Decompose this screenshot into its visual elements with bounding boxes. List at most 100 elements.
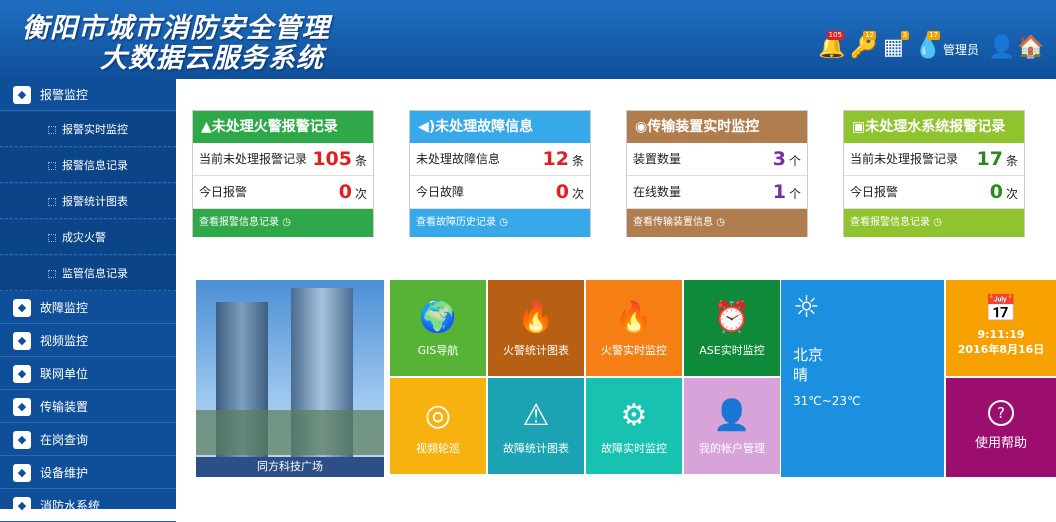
calendar-icon: 📅 — [984, 294, 1018, 324]
sidebar: ◆ 报警监控 报警实时监控报警信息记录 报警统计图表 成灾火警监管信息记录 ◆ 故障监控 ◆ 视… — [0, 79, 176, 522]
summary-card: ▲未处理火警报警记录 当前未处理报警记录 105 条今日报警 0 次查看报警信息记录 ◷ — [192, 110, 374, 237]
tile-0[interactable]: 🌍 GIS导航 — [390, 280, 486, 376]
sidebar-item-0[interactable]: ◆ 报警监控 — [0, 79, 176, 111]
tile-icon: 🔥 — [615, 300, 653, 335]
building-photo: 同方科技广场 — [196, 280, 384, 477]
sidebar-item-label: 设备维护 — [40, 466, 89, 480]
clock-time: 9:11:19 — [977, 328, 1025, 341]
row-value: 17 条 — [977, 143, 1018, 178]
building-icon[interactable]: ▦ 3 — [883, 31, 909, 61]
sidebar-item-6[interactable]: ◆ 故障监控 — [0, 292, 176, 324]
row-value: 1个 — [773, 176, 801, 211]
drop-badge: 17 — [927, 31, 940, 40]
camera-icon: ◆ — [13, 332, 31, 350]
card-title: ▲未处理火警报警记录 — [193, 111, 373, 143]
sidebar-item-label: 传输装置 — [40, 400, 89, 414]
card-title: ▣未处理水系统报警记录 — [844, 111, 1024, 143]
sidebar-item-label: 联网单位 — [40, 367, 89, 381]
sidebar-item-8[interactable]: ◆ 联网单位 — [0, 358, 176, 390]
help-tile[interactable]: ? 使用帮助 — [946, 378, 1056, 477]
card-footer-link[interactable]: 查看故障历史记录 ◷ — [410, 209, 590, 237]
clock-date: 2016年8月16日 — [957, 343, 1045, 356]
row-unit: 次 — [354, 187, 367, 201]
key-icon[interactable]: 🔑 12 — [850, 31, 877, 61]
user-label[interactable]: 管理员 — [943, 41, 979, 58]
app-title-line2: 大数据云服务系统 — [100, 43, 324, 74]
tile-7[interactable]: 👤 我的帐户管理 — [684, 378, 780, 474]
row-label: 当前未处理报警记录 — [850, 152, 959, 166]
tile-icon: 🔥 — [517, 300, 555, 335]
header-bar: 衡阳市城市消防安全管理 大数据云服务系统 🔔 105 🔑 12 ▦ 3 💧 17 管理员… — [0, 0, 1056, 79]
user-icon[interactable]: 👤 — [988, 35, 1015, 61]
row-label: 未处理故障信息 — [416, 152, 501, 166]
sidebar-item-2[interactable]: 报警信息记录 — [0, 148, 176, 183]
sidebar-item-11[interactable]: ◆ 设备维护 — [0, 457, 176, 489]
tile-4[interactable]: ◎ 视频轮巡 — [390, 378, 486, 474]
tile-label: 故障实时监控 — [601, 442, 667, 455]
footer-label: 查看传输装置信息 — [633, 217, 713, 228]
row-number: 3 — [772, 148, 786, 170]
card-row: 今日故障 0 次 — [410, 176, 590, 209]
warning-icon: ◆ — [13, 299, 31, 317]
row-unit: 个 — [788, 187, 801, 201]
card-row: 当前未处理报警记录 105 条 — [193, 143, 373, 176]
help-label: 使用帮助 — [974, 436, 1027, 451]
card-footer-link[interactable]: 查看报警信息记录 ◷ — [844, 209, 1024, 237]
sidebar-item-3[interactable]: 报警统计图表 — [0, 184, 176, 219]
water-icon: ◆ — [13, 497, 31, 515]
bullet-icon — [48, 198, 56, 206]
row-unit: 条 — [571, 154, 584, 168]
bullet-icon — [48, 234, 56, 242]
row-value: 0次 — [990, 176, 1018, 211]
sidebar-item-label: 成灾火警 — [62, 231, 106, 244]
row-number: 1 — [772, 181, 786, 203]
summary-card: ▣未处理水系统报警记录 当前未处理报警记录 17 条今日报警 0 次查看报警信息记录 ◷ — [843, 110, 1025, 237]
tile-icon: ⏰ — [713, 300, 751, 335]
card-footer-link[interactable]: 查看报警信息记录 ◷ — [193, 209, 373, 237]
tile-5[interactable]: ⚠ 故障统计图表 — [488, 378, 584, 474]
sidebar-item-12[interactable]: ◆ 消防水系统 — [0, 490, 176, 522]
home-icon[interactable]: 🏠 — [1017, 35, 1044, 61]
weather-temp: 31℃~23℃ — [793, 394, 861, 408]
photo-caption: 同方科技广场 — [196, 457, 384, 477]
building-badge: 3 — [900, 31, 909, 40]
weather-city: 北京 — [793, 346, 824, 364]
row-value: 12 条 — [543, 143, 584, 178]
tile-2[interactable]: 🔥 火警实时监控 — [586, 280, 682, 376]
sidebar-item-label: 消防水系统 — [40, 499, 101, 513]
card-footer-link[interactable]: 查看传输装置信息 ◷ — [627, 209, 807, 237]
row-number: 12 — [542, 148, 569, 170]
row-number: 0 — [555, 181, 569, 203]
sidebar-item-4[interactable]: 成灾火警 — [0, 220, 176, 255]
help-icon: ? — [988, 400, 1014, 426]
row-label: 在线数量 — [633, 185, 682, 199]
sidebar-item-1[interactable]: 报警实时监控 — [0, 112, 176, 147]
tile-label: ASE实时监控 — [699, 344, 765, 357]
sidebar-item-9[interactable]: ◆ 传输装置 — [0, 391, 176, 423]
tile-1[interactable]: 🔥 火警统计图表 — [488, 280, 584, 376]
tile-6[interactable]: ⚙ 故障实时监控 — [586, 378, 682, 474]
row-number: 0 — [338, 181, 352, 203]
weather-condition: 晴 — [793, 366, 809, 384]
water-drop-icon[interactable]: 💧 17 — [914, 31, 941, 61]
card-row: 当前未处理报警记录 17 条 — [844, 143, 1024, 176]
bullet-icon — [48, 270, 56, 278]
row-label: 今日故障 — [416, 185, 465, 199]
tile-icon: ⚙ — [620, 398, 648, 433]
bell-icon[interactable]: 🔔 105 — [818, 31, 845, 61]
card-title: ◀)未处理故障信息 — [410, 111, 590, 143]
sidebar-item-label: 报警统计图表 — [62, 195, 128, 208]
search-person-icon: ◆ — [13, 431, 31, 449]
tile-3[interactable]: ⏰ ASE实时监控 — [684, 280, 780, 376]
sidebar-item-label: 报警信息记录 — [62, 159, 128, 172]
sidebar-item-5[interactable]: 监管信息记录 — [0, 256, 176, 291]
tile-icon: 👤 — [713, 398, 751, 433]
sidebar-item-7[interactable]: ◆ 视频监控 — [0, 325, 176, 357]
device-icon: ◆ — [13, 464, 31, 482]
footer-label: 查看报警信息记录 — [199, 217, 279, 228]
sidebar-item-label: 在岗查询 — [40, 433, 89, 447]
row-label: 今日报警 — [199, 185, 248, 199]
card-row: 装置数量 3 个 — [627, 143, 807, 176]
clock-icon: ◷ — [499, 217, 508, 228]
sidebar-item-10[interactable]: ◆ 在岗查询 — [0, 424, 176, 456]
